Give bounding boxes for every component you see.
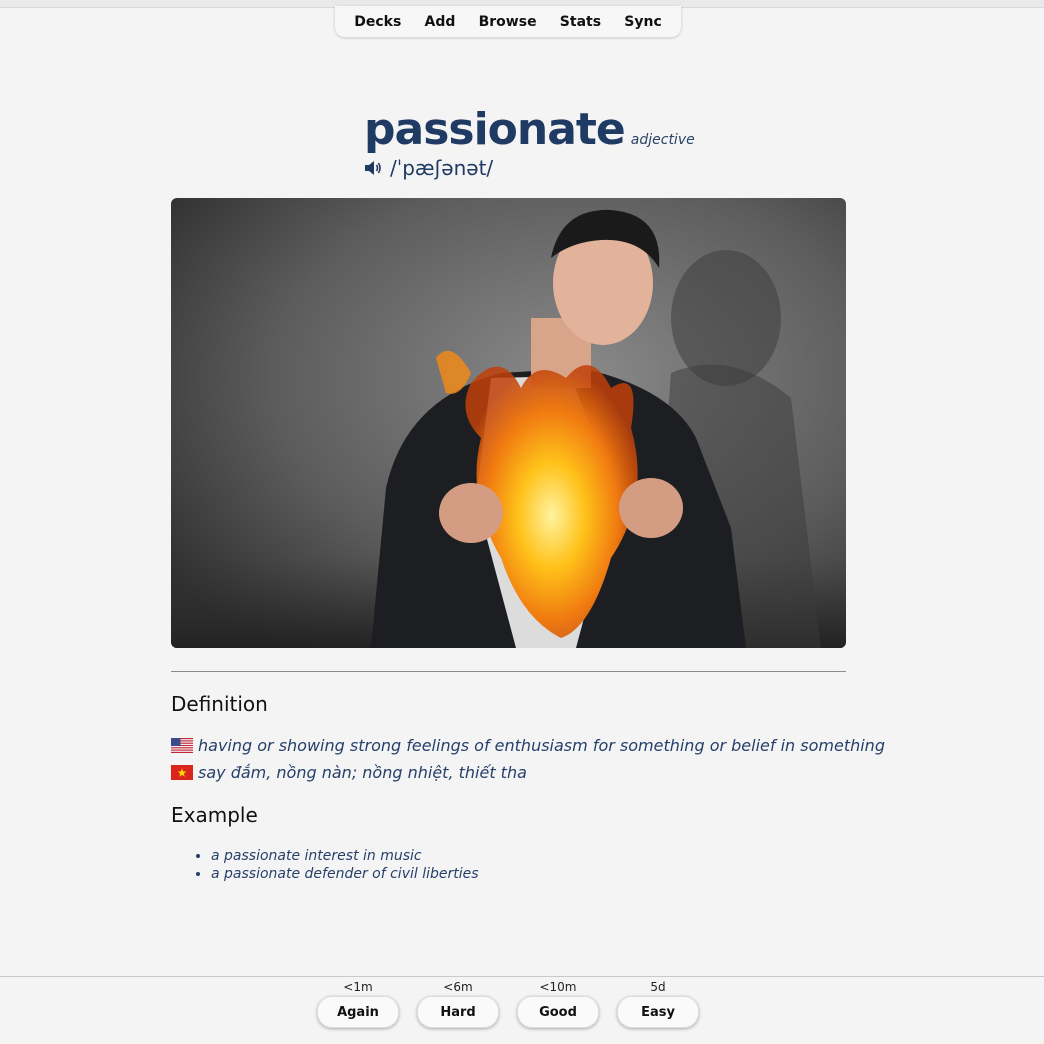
definition-english-text: having or showing strong feelings of ent…	[198, 736, 885, 755]
speaker-icon[interactable]	[364, 160, 382, 176]
pronunciation-row: /ˈpæʃənət/	[364, 156, 493, 180]
word-title: passionate	[364, 104, 626, 155]
example-heading: Example	[171, 803, 258, 827]
definition-vietnamese: say đắm, nồng nàn; nồng nhiệt, thiết tha	[171, 763, 527, 782]
top-nav: Decks Add Browse Stats Sync	[335, 6, 681, 37]
answer-good: <10m Good	[517, 979, 599, 1028]
answer-again-interval: <1m	[343, 980, 373, 994]
example-item: a passionate defender of civil liberties	[211, 865, 479, 883]
card-image	[171, 198, 846, 648]
us-flag-icon	[171, 738, 193, 753]
answer-easy: 5d Easy	[617, 979, 699, 1028]
answer-hard: <6m Hard	[417, 979, 499, 1028]
hard-button[interactable]: Hard	[417, 996, 499, 1028]
man-with-fire-chest-illustration	[171, 198, 846, 648]
nav-decks[interactable]: Decks	[350, 14, 405, 30]
vietnam-flag-icon	[171, 765, 193, 780]
nav-stats[interactable]: Stats	[556, 14, 605, 30]
example-list: a passionate interest in music a passion…	[195, 847, 479, 883]
part-of-speech: adjective	[630, 132, 695, 148]
example-item: a passionate interest in music	[211, 847, 479, 865]
definition-vietnamese-text: say đắm, nồng nàn; nồng nhiệt, thiết tha	[198, 763, 527, 782]
word-heading: passionate adjective	[364, 104, 695, 155]
good-button[interactable]: Good	[517, 996, 599, 1028]
answer-hard-interval: <6m	[443, 980, 473, 994]
definition-heading: Definition	[171, 692, 268, 716]
nav-browse[interactable]: Browse	[475, 14, 541, 30]
answer-again: <1m Again	[317, 979, 399, 1028]
again-button[interactable]: Again	[317, 996, 399, 1028]
definition-english: having or showing strong feelings of ent…	[171, 736, 885, 755]
nav-add[interactable]: Add	[421, 14, 460, 30]
answer-good-interval: <10m	[539, 980, 577, 994]
nav-sync[interactable]: Sync	[620, 14, 665, 30]
pronunciation-text: /ˈpæʃənət/	[390, 156, 494, 180]
section-divider	[171, 671, 846, 672]
answer-easy-interval: 5d	[650, 980, 666, 994]
easy-button[interactable]: Easy	[617, 996, 699, 1028]
